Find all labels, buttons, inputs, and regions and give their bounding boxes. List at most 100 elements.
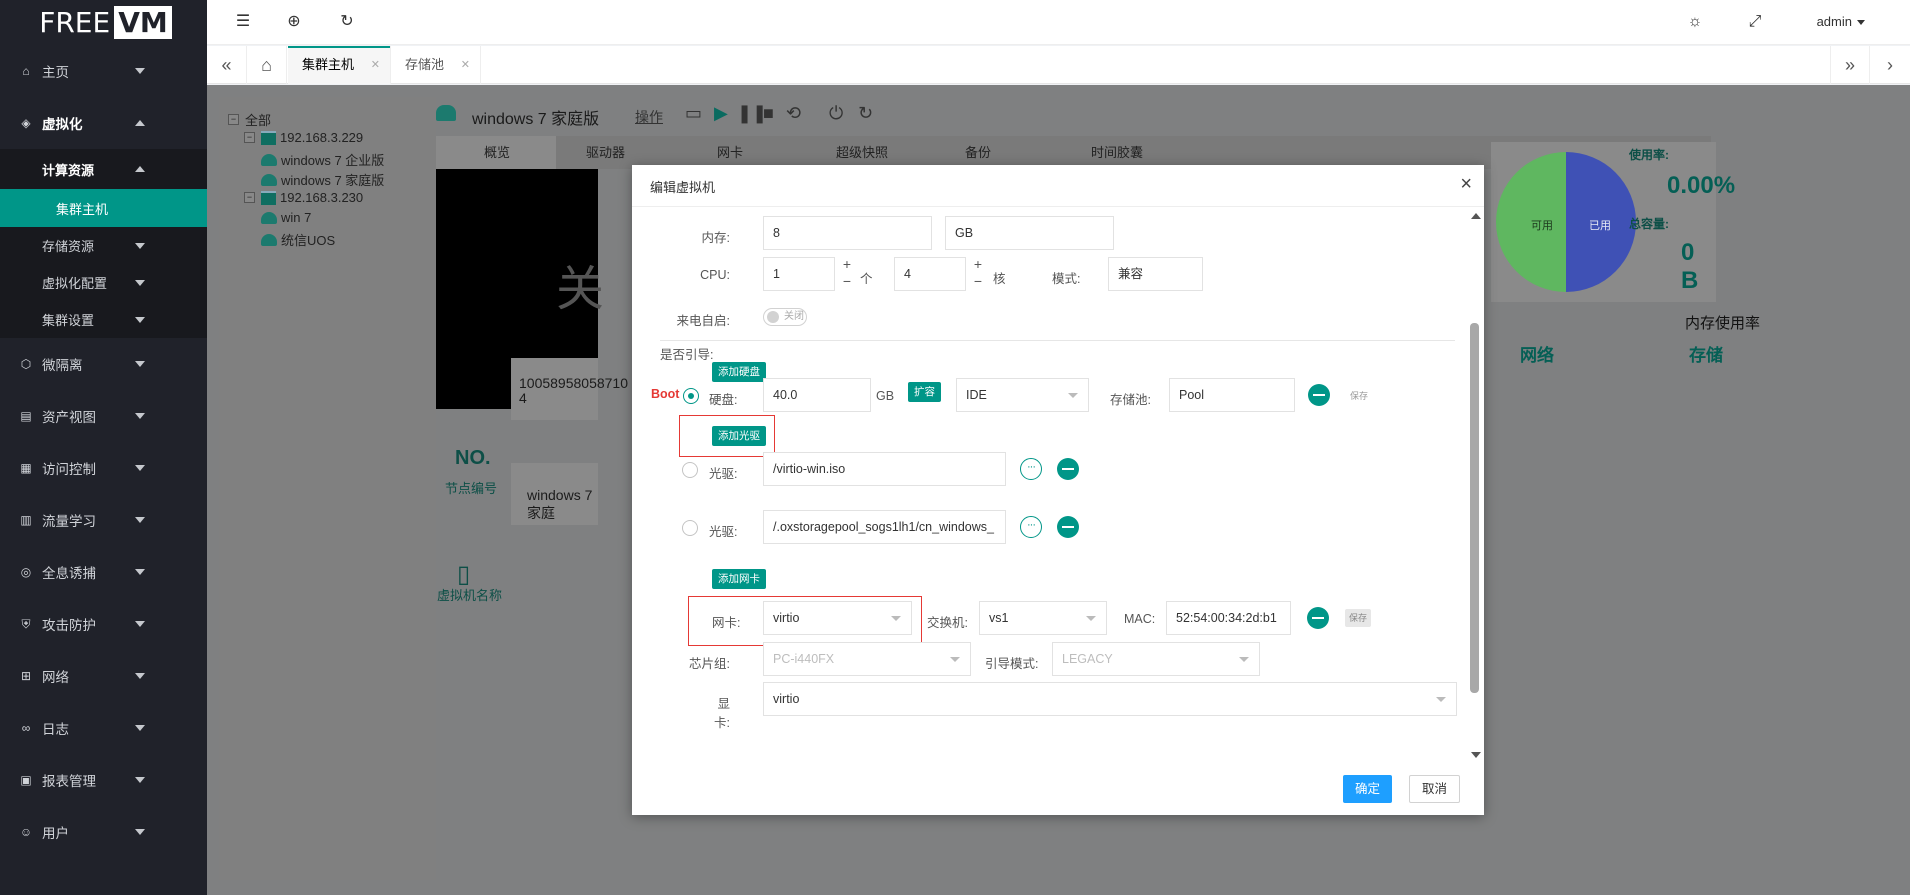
dialog-scrollbar[interactable] <box>1470 213 1481 758</box>
mac-input[interactable]: 52:54:00:34:2d:b1 <box>1166 601 1291 635</box>
collapse-icon[interactable]: − <box>244 192 255 203</box>
reset-icon[interactable]: ↻ <box>858 103 873 124</box>
vm-operation-menu[interactable]: 操作 <box>635 107 663 127</box>
chipset-value: PC-i440FX <box>773 652 835 666</box>
remove-disk-button[interactable] <box>1308 384 1330 406</box>
nic-model-select[interactable]: virtio <box>763 601 912 635</box>
sidebar-item-virtualization[interactable]: ◈ 虚拟化 <box>0 97 207 149</box>
boot-radio-cdrom-2[interactable] <box>682 520 698 536</box>
browse-cdrom-1-button[interactable]: ··· <box>1020 458 1042 480</box>
add-disk-button[interactable]: 添加硬盘 <box>712 362 766 382</box>
nic-save-button[interactable]: 保存 <box>1345 609 1372 627</box>
cloud-vm-icon <box>261 233 277 246</box>
tabs-scroll-left-icon[interactable]: « <box>207 46 247 84</box>
sidebar-item-cluster-hosts[interactable]: 集群主机 <box>0 189 207 227</box>
power-icon[interactable]: ⏻ <box>829 103 843 124</box>
expand-disk-button[interactable]: 扩容 <box>908 382 941 402</box>
boot-radio-disk[interactable] <box>683 388 699 404</box>
sidebar-item-cluster-settings[interactable]: 集群设置 <box>0 301 207 338</box>
tab-cluster-hosts[interactable]: 集群主机 ✕ <box>288 46 391 84</box>
plus-icon[interactable]: + <box>971 257 985 274</box>
user-menu[interactable]: admin <box>1817 14 1865 29</box>
switch-value: vs1 <box>989 611 1009 625</box>
remove-nic-button[interactable] <box>1307 607 1329 629</box>
cancel-button[interactable]: 取消 <box>1409 775 1461 803</box>
menu-toggle-icon[interactable]: ☰ <box>233 12 253 32</box>
theme-palette-icon[interactable]: ☼ <box>1685 12 1705 32</box>
sidebar-item-compute[interactable]: 计算资源 <box>0 149 207 189</box>
logo[interactable]: FREE VM <box>0 0 207 45</box>
console-status-text: 关 <box>556 263 605 316</box>
disk-size-input[interactable]: 40.0 <box>763 378 871 412</box>
pool-select[interactable]: Pool <box>1169 378 1295 412</box>
sidebar-item-network[interactable]: ⊞ 网络 <box>0 650 207 702</box>
collapse-icon[interactable]: − <box>244 132 255 143</box>
sidebar-item-users[interactable]: ☺ 用户 <box>0 806 207 858</box>
plus-icon[interactable]: + <box>840 257 854 274</box>
sidebar-item-access-control[interactable]: ▦ 访问控制 <box>0 442 207 494</box>
confirm-button[interactable]: 确定 <box>1343 775 1393 803</box>
tree-vm[interactable]: 统信UOS <box>261 230 335 249</box>
cdrom-1-path-input[interactable]: /virtio-win.iso <box>763 452 1006 486</box>
cores-stepper[interactable]: + − <box>971 257 985 291</box>
close-icon[interactable]: ✕ <box>371 46 380 84</box>
scroll-up-icon[interactable] <box>1471 213 1481 219</box>
sidebar-item-logs[interactable]: ∞ 日志 <box>0 702 207 754</box>
switch-select[interactable]: vs1 <box>979 601 1107 635</box>
disk-bus-select[interactable]: IDE <box>956 378 1089 412</box>
boot-radio-cdrom-1[interactable] <box>682 462 698 478</box>
tree-host[interactable]: − 192.168.3.230 <box>244 190 363 205</box>
refresh-icon[interactable]: ↻ <box>337 12 357 32</box>
memory-unit-select[interactable]: GB <box>945 216 1114 250</box>
tree-vm[interactable]: win 7 <box>261 210 311 225</box>
sidebar-item-micro-segmentation[interactable]: ⬡ 微隔离 <box>0 338 207 390</box>
sidebar-item-traffic-learning[interactable]: ▥ 流量学习 <box>0 494 207 546</box>
tab-storage-pool[interactable]: 存储池 ✕ <box>391 46 481 84</box>
cdrom-2-path-input[interactable]: /.oxstoragepool_sogs1lh1/cn_windows_ <box>763 510 1006 544</box>
restart-icon[interactable]: ⟲ <box>786 103 801 124</box>
console-icon[interactable]: ▭ <box>685 103 702 124</box>
close-icon[interactable]: ✕ <box>461 46 470 84</box>
collapse-icon[interactable]: − <box>228 114 239 125</box>
cores-input[interactable]: 4 <box>894 257 966 291</box>
tab-overview[interactable]: 概览 <box>436 136 556 169</box>
cpu-stepper[interactable]: + − <box>840 257 854 291</box>
sidebar-item-attack-defense[interactable]: ⛨ 攻击防护 <box>0 598 207 650</box>
tree-host[interactable]: − 192.168.3.229 <box>244 130 363 145</box>
disk-save-button[interactable]: 保存 <box>1350 389 1368 402</box>
tree-vm[interactable]: windows 7 家庭版 <box>261 170 384 189</box>
scroll-down-icon[interactable] <box>1471 752 1481 758</box>
home-tab-icon[interactable]: ⌂ <box>247 46 287 84</box>
remove-cdrom-1-button[interactable] <box>1057 458 1079 480</box>
browse-cdrom-2-button[interactable]: ··· <box>1020 516 1042 538</box>
memory-input[interactable]: 8 <box>763 216 932 250</box>
tab-drives[interactable]: 驱动器 <box>586 136 625 169</box>
close-icon[interactable]: × <box>1460 173 1472 196</box>
tree-root[interactable]: − 全部 <box>228 110 271 129</box>
sidebar-item-storage[interactable]: 存储资源 <box>0 227 207 264</box>
sidebar-item-home[interactable]: ⌂ 主页 <box>0 45 207 97</box>
minus-icon[interactable]: − <box>971 274 985 291</box>
play-icon[interactable]: ▶ <box>714 103 728 124</box>
section-divider <box>660 340 1455 341</box>
remove-cdrom-2-button[interactable] <box>1057 516 1079 538</box>
cpu-count-input[interactable]: 1 <box>763 257 835 291</box>
minus-icon[interactable]: − <box>840 274 854 291</box>
tree-vm[interactable]: windows 7 企业版 <box>261 150 384 169</box>
sidebar-item-label: 存储资源 <box>42 239 95 254</box>
globe-icon[interactable]: ⊕ <box>284 12 304 32</box>
add-cdrom-button[interactable]: 添加光驱 <box>712 426 766 446</box>
add-nic-button[interactable]: 添加网卡 <box>712 569 766 589</box>
autostart-toggle[interactable]: 关闭 <box>763 308 807 326</box>
sidebar-item-honeypot[interactable]: ◎ 全息诱捕 <box>0 546 207 598</box>
fullscreen-icon[interactable]: ⤢ <box>1745 12 1765 32</box>
display-select[interactable]: virtio <box>763 682 1457 716</box>
tabs-menu-icon[interactable]: › <box>1870 46 1910 84</box>
sidebar-item-virt-config[interactable]: 虚拟化配置 <box>0 264 207 301</box>
mode-select[interactable]: 兼容 <box>1108 257 1203 291</box>
sidebar-item-asset-view[interactable]: ▤ 资产视图 <box>0 390 207 442</box>
stop-icon[interactable]: ■ <box>763 103 774 124</box>
scroll-thumb[interactable] <box>1470 323 1479 693</box>
tabs-scroll-right-icon[interactable]: » <box>1830 46 1870 84</box>
sidebar-item-reports[interactable]: ▣ 报表管理 <box>0 754 207 806</box>
